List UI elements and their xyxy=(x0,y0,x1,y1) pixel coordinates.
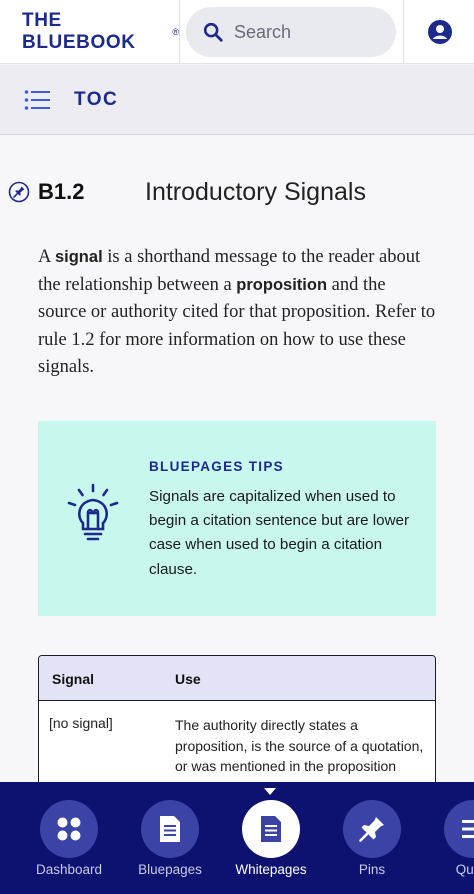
tips-title: BLUEPAGES TIPS xyxy=(149,459,284,474)
header-divider xyxy=(403,0,404,64)
document-icon xyxy=(261,816,281,842)
nav-label: Pins xyxy=(358,862,386,877)
intro-text: A xyxy=(38,247,55,267)
account-icon[interactable] xyxy=(428,20,452,44)
bottom-navigation: Dashboard Bluepages Whitepages Pins Qu xyxy=(0,782,474,894)
pins-button[interactable] xyxy=(343,800,401,858)
nav-label: Bluepages xyxy=(138,862,202,877)
signal-cell: [no signal] xyxy=(49,715,113,731)
nav-label: Quick xyxy=(455,862,474,877)
rule-number: B1.2 xyxy=(38,179,85,204)
lightbulb-icon xyxy=(67,483,119,541)
menu-icon xyxy=(462,820,474,838)
quick-button[interactable] xyxy=(444,800,474,858)
rule-heading: B1.2 Introductory Signals xyxy=(8,172,468,212)
dashboard-icon xyxy=(57,817,81,841)
bluepages-button[interactable] xyxy=(141,800,199,858)
list-icon xyxy=(24,89,50,110)
tips-body: Signals are capitalized when used to beg… xyxy=(149,488,410,578)
app-header: THE BLUEBOOK ® Search xyxy=(0,0,474,64)
nav-quick[interactable]: Quick xyxy=(423,782,474,894)
brand-logo[interactable]: THE BLUEBOOK ® xyxy=(0,0,180,64)
signals-table: Signal Use [no signal] The authority dir… xyxy=(38,655,436,792)
nav-dashboard[interactable]: Dashboard xyxy=(19,782,119,894)
dashboard-button[interactable] xyxy=(40,800,98,858)
search-input[interactable]: Search xyxy=(186,7,396,57)
pin-icon xyxy=(359,817,384,842)
use-cell: The authority directly states a proposit… xyxy=(175,717,424,774)
rule-title: Introductory Signals xyxy=(145,177,366,206)
document-icon xyxy=(160,816,180,842)
term-proposition: proposition xyxy=(236,275,328,294)
term-signal: signal xyxy=(54,248,103,266)
bluepages-tips-box: BLUEPAGES TIPS Signals are capitalized w… xyxy=(38,421,436,616)
nav-bluepages[interactable]: Bluepages xyxy=(120,782,220,894)
nav-whitepages[interactable]: Whitepages xyxy=(221,782,321,894)
search-placeholder: Search xyxy=(234,21,292,42)
nav-label: Whitepages xyxy=(235,862,307,877)
table-header: Signal Use xyxy=(39,656,435,701)
column-header-use: Use xyxy=(175,671,201,687)
nav-label: Dashboard xyxy=(35,862,103,877)
toc-label: TOC xyxy=(74,88,119,110)
search-icon xyxy=(203,22,223,42)
intro-paragraph: A signal is a shorthand message to the r… xyxy=(38,244,438,382)
nav-pins[interactable]: Pins xyxy=(322,782,422,894)
whitepages-button[interactable] xyxy=(242,800,300,858)
toc-bar[interactable]: TOC xyxy=(0,65,474,135)
pin-icon[interactable] xyxy=(8,181,30,203)
registered-mark: ® xyxy=(172,26,179,37)
brand-name: THE BLUEBOOK xyxy=(22,9,136,53)
table-row: [no signal] The authority directly state… xyxy=(39,701,435,791)
column-header-signal: Signal xyxy=(52,671,95,687)
